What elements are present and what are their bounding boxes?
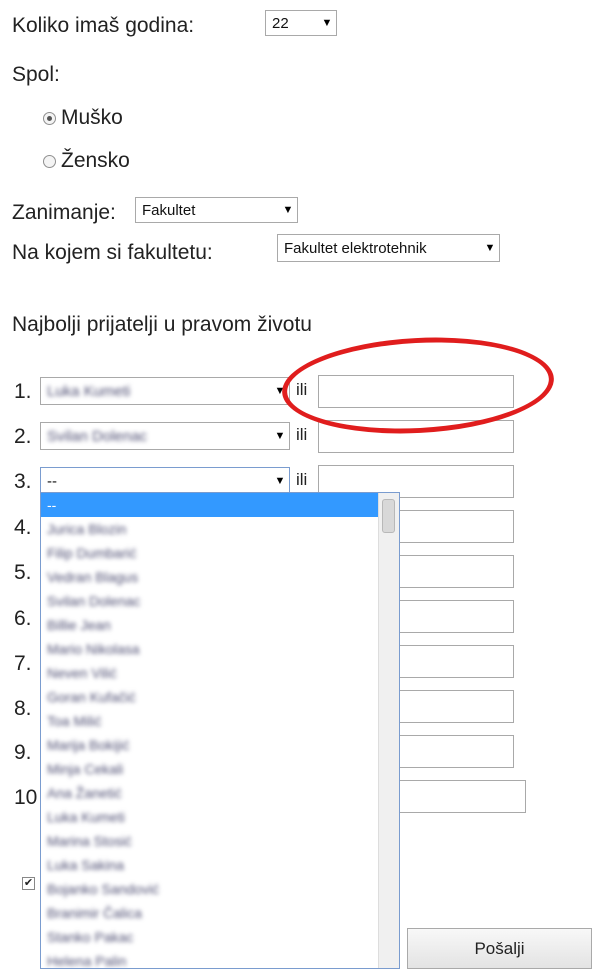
or-label: ili: [296, 425, 308, 444]
friend-select-1[interactable]: Luka Kumeti ▼: [40, 377, 290, 405]
chevron-down-icon: ▼: [321, 17, 333, 29]
dropdown-option[interactable]: Stanko Pakac: [41, 925, 399, 949]
radio-male[interactable]: [43, 112, 56, 125]
row-number: 1.: [14, 380, 32, 403]
age-select[interactable]: 22 ▼: [265, 10, 337, 36]
dropdown-option[interactable]: Branimir Čalica: [41, 901, 399, 925]
dropdown-option[interactable]: Mario Nikolasa: [41, 637, 399, 661]
row-number: 4.: [14, 516, 32, 539]
submit-button[interactable]: Pošalji: [407, 928, 592, 969]
row-number: 7.: [14, 652, 32, 675]
dropdown-option[interactable]: Helena Palin: [41, 949, 399, 968]
occupation-select[interactable]: Fakultet ▼: [135, 197, 298, 223]
dropdown-option[interactable]: Marina Stosić: [41, 829, 399, 853]
chevron-down-icon: ▼: [274, 475, 286, 487]
dropdown-option[interactable]: Svilan Dolenac: [41, 589, 399, 613]
dropdown-option[interactable]: Toa Milić: [41, 709, 399, 733]
chevron-down-icon: ▼: [274, 430, 286, 442]
dropdown-option[interactable]: Filip Dumbarić: [41, 541, 399, 565]
radio-female[interactable]: [43, 155, 56, 168]
friend-select-3[interactable]: -- ▼: [40, 467, 290, 495]
dropdown-option[interactable]: --: [41, 493, 399, 517]
age-value: 22: [272, 14, 289, 32]
occupation-value: Fakultet: [142, 201, 196, 219]
or-label: ili: [296, 470, 308, 489]
dropdown-option[interactable]: Minja Cekali: [41, 757, 399, 781]
consent-checkbox[interactable]: ✔: [22, 877, 35, 890]
age-label: Koliko imaš godina:: [12, 14, 195, 37]
dropdown-option[interactable]: Ana Žanetić: [41, 781, 399, 805]
friend-select-value: Luka Kumeti: [47, 382, 131, 400]
annotation-ellipse: [279, 330, 557, 441]
radio-male-label: Muško: [61, 106, 123, 129]
friend-select-value: Svilan Dolenac: [47, 427, 148, 445]
chevron-down-icon: ▼: [484, 242, 496, 254]
row-number: 9.: [14, 741, 32, 764]
row-number: 8.: [14, 697, 32, 720]
dropdown-option[interactable]: Jurica Blozin: [41, 517, 399, 541]
friend-dropdown-list[interactable]: -- Jurica Blozin Filip Dumbarić Vedran B…: [40, 492, 400, 969]
row-number: 5.: [14, 561, 32, 584]
scrollbar-thumb[interactable]: [382, 499, 395, 533]
faculty-select[interactable]: Fakultet elektrotehnik ▼: [277, 234, 500, 262]
friends-heading: Najbolji prijatelji u pravom životu: [12, 313, 312, 336]
faculty-label: Na kojem si fakultetu:: [12, 241, 213, 264]
dropdown-option[interactable]: Marija Bokijić: [41, 733, 399, 757]
dropdown-option[interactable]: Neven Vilić: [41, 661, 399, 685]
row-number: 6.: [14, 607, 32, 630]
row-number: 3.: [14, 470, 32, 493]
faculty-value: Fakultet elektrotehnik: [284, 239, 427, 257]
radio-female-label: Žensko: [61, 149, 130, 172]
dropdown-option[interactable]: Luka Kumeti: [41, 805, 399, 829]
chevron-down-icon: ▼: [282, 204, 294, 216]
gender-label: Spol:: [12, 63, 60, 86]
occupation-label: Zanimanje:: [12, 201, 116, 224]
dropdown-option[interactable]: Bojanko Sandović: [41, 877, 399, 901]
friend-select-value: --: [47, 472, 57, 490]
dropdown-scrollbar[interactable]: [378, 493, 399, 968]
row-number: 2.: [14, 425, 32, 448]
dropdown-option[interactable]: Luka Sakina: [41, 853, 399, 877]
row-number: 10: [14, 786, 38, 809]
dropdown-option[interactable]: Vedran Blagus: [41, 565, 399, 589]
dropdown-option[interactable]: Goran Kufačić: [41, 685, 399, 709]
dropdown-option[interactable]: Billie Jean: [41, 613, 399, 637]
friend-select-2[interactable]: Svilan Dolenac ▼: [40, 422, 290, 450]
